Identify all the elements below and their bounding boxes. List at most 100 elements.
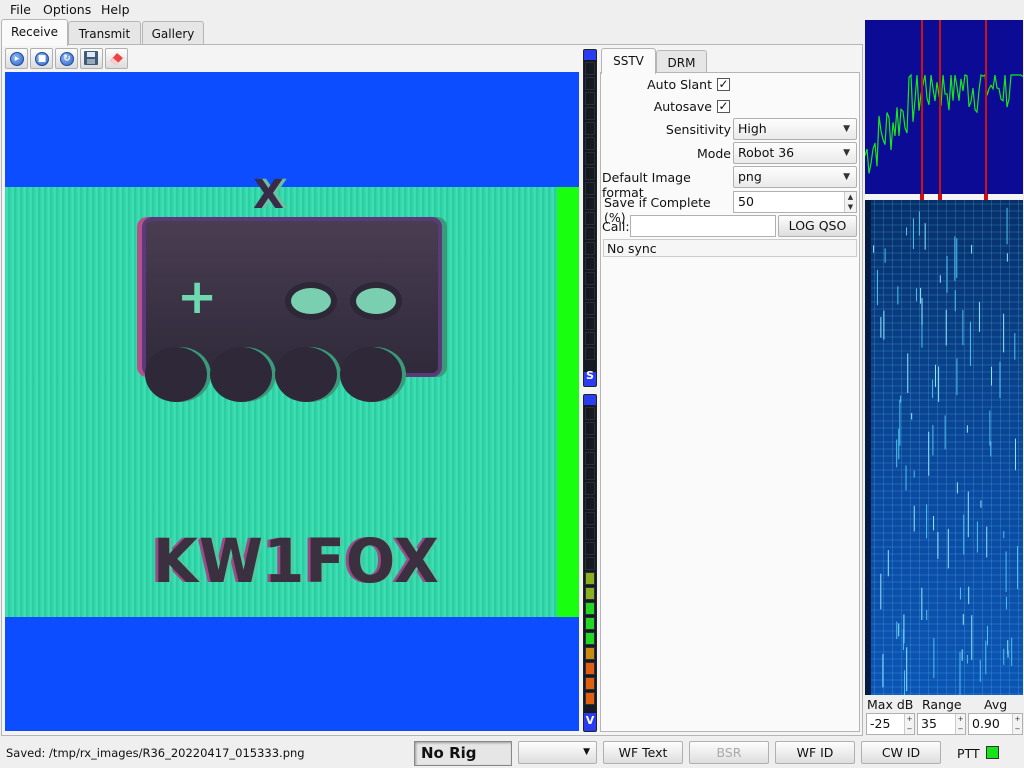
spin-arrows-icon[interactable]: + −: [1012, 714, 1022, 734]
meter-segment: [585, 602, 595, 615]
avg-label: Avg: [984, 697, 1008, 712]
chevron-down-icon: ▼: [843, 148, 850, 158]
avg-value: 0.90: [972, 716, 1000, 731]
log-qso-button[interactable]: LOG QSO: [778, 215, 857, 237]
cw-id-button[interactable]: CW ID: [861, 741, 941, 764]
chevron-down-icon: ▼: [583, 747, 590, 757]
save-complete-spinbox[interactable]: 50 ▲ ▼: [733, 191, 857, 213]
menu-bar: File Options Help: [0, 0, 1024, 19]
rig-status: No Rig: [414, 741, 512, 766]
auto-slant-checkbox[interactable]: ✓: [717, 78, 730, 91]
spin-arrows-icon[interactable]: ▲ ▼: [844, 192, 856, 212]
save-button[interactable]: [80, 48, 103, 69]
robot-wheel-graphic: [275, 347, 337, 402]
ptt-indicator: [986, 746, 999, 759]
autosave-checkbox[interactable]: ✓: [717, 100, 730, 113]
tab-sstv[interactable]: SSTV: [601, 48, 656, 74]
meter-segment: [585, 482, 595, 495]
meter-segment: [585, 422, 595, 435]
spectrum-graph: [865, 20, 1023, 194]
range-label: Range: [922, 697, 962, 712]
meter-segment: [585, 257, 595, 270]
menu-help[interactable]: Help: [101, 2, 130, 17]
meter-segment: [585, 452, 595, 465]
autosave-label: Autosave: [653, 99, 712, 114]
wf-id-button[interactable]: WF ID: [775, 741, 855, 764]
meter-segment: [585, 632, 595, 645]
range-value: 35: [921, 716, 937, 731]
call-input[interactable]: [630, 215, 776, 237]
erase-button[interactable]: [105, 48, 128, 69]
save-complete-value: 50: [738, 194, 754, 209]
refresh-icon: ↻: [60, 52, 74, 66]
tab-gallery[interactable]: Gallery: [142, 21, 204, 46]
image-format-value: png: [738, 169, 762, 184]
sensitivity-label: Sensitivity: [665, 122, 731, 137]
range-spinbox[interactable]: 35 + −: [917, 713, 966, 735]
spin-arrows-icon[interactable]: + −: [904, 714, 914, 734]
meter-segment: [585, 512, 595, 525]
avg-spinbox[interactable]: 0.90 + −: [968, 713, 1023, 735]
meter-segment: [585, 272, 595, 285]
wf-text-button[interactable]: WF Text: [603, 741, 683, 764]
meter-segment: [585, 242, 595, 255]
stop-button[interactable]: ■: [30, 48, 53, 69]
meter-segment: [585, 557, 595, 570]
meter-segment: [585, 617, 595, 630]
robot-wheel-graphic: [210, 347, 272, 402]
play-icon: ▸: [10, 52, 24, 66]
volume-meter-label: V: [585, 714, 595, 727]
meter-segment: [585, 317, 595, 330]
meter-segment: [585, 182, 595, 195]
mode-label: Mode: [696, 146, 731, 161]
volume-meter: [583, 394, 597, 732]
meter-segment: [585, 527, 595, 540]
spin-arrows-icon[interactable]: + −: [955, 714, 965, 734]
meter-segment: [585, 152, 595, 165]
meter-segment: [585, 137, 595, 150]
menu-options[interactable]: Options: [43, 2, 91, 17]
tab-receive[interactable]: Receive: [1, 19, 68, 46]
robot-wheel-graphic: [340, 347, 402, 402]
meter-segment: [585, 647, 595, 660]
meter-segment: [585, 467, 595, 480]
image-edge-strip: [557, 187, 579, 617]
sensitivity-select[interactable]: High ▼: [733, 118, 857, 140]
meter-segment: [585, 587, 595, 600]
meter-segment: [585, 122, 595, 135]
ptt-label: PTT: [957, 746, 980, 761]
robot-plus-graphic: +: [177, 269, 218, 325]
sync-meter-cap: [584, 50, 596, 60]
image-format-select[interactable]: png ▼: [733, 166, 857, 188]
meter-segment: [585, 92, 595, 105]
bsr-button[interactable]: BSR: [689, 741, 769, 764]
meter-segment: [585, 542, 595, 555]
image-callsign: KW1FOX: [153, 525, 440, 597]
mode-value: Robot 36: [738, 145, 795, 160]
saved-status-text: Saved: /tmp/rx_images/R36_20220417_01533…: [6, 746, 305, 760]
sync-meter-label: S: [586, 369, 594, 382]
max-db-spinbox[interactable]: -25 + −: [866, 713, 915, 735]
meter-segment: [585, 332, 595, 345]
tab-drm[interactable]: DRM: [656, 50, 707, 72]
spectrum-display[interactable]: [865, 20, 1023, 194]
tab-transmit[interactable]: Transmit: [68, 21, 141, 46]
waterfall-display[interactable]: [865, 200, 1023, 695]
meter-segment: [585, 437, 595, 450]
meter-segment: [585, 287, 595, 300]
sync-meter: [583, 49, 597, 387]
auto-slant-label: Auto Slant: [647, 77, 712, 92]
meter-segment: [585, 662, 595, 675]
meter-segment: [585, 77, 595, 90]
statusbar-select[interactable]: ▼: [518, 741, 597, 764]
robot-wheel-graphic: [145, 347, 207, 402]
mode-select[interactable]: Robot 36 ▼: [733, 142, 857, 164]
max-db-label: Max dB: [867, 697, 914, 712]
chevron-down-icon: ▼: [843, 124, 850, 134]
chevron-down-icon: ▼: [843, 172, 850, 182]
resync-button[interactable]: ↻: [55, 48, 78, 69]
meter-segment: [585, 692, 595, 705]
menu-file[interactable]: File: [10, 2, 31, 17]
robot-eye-graphic: [350, 282, 402, 320]
start-button[interactable]: ▸: [5, 48, 28, 69]
